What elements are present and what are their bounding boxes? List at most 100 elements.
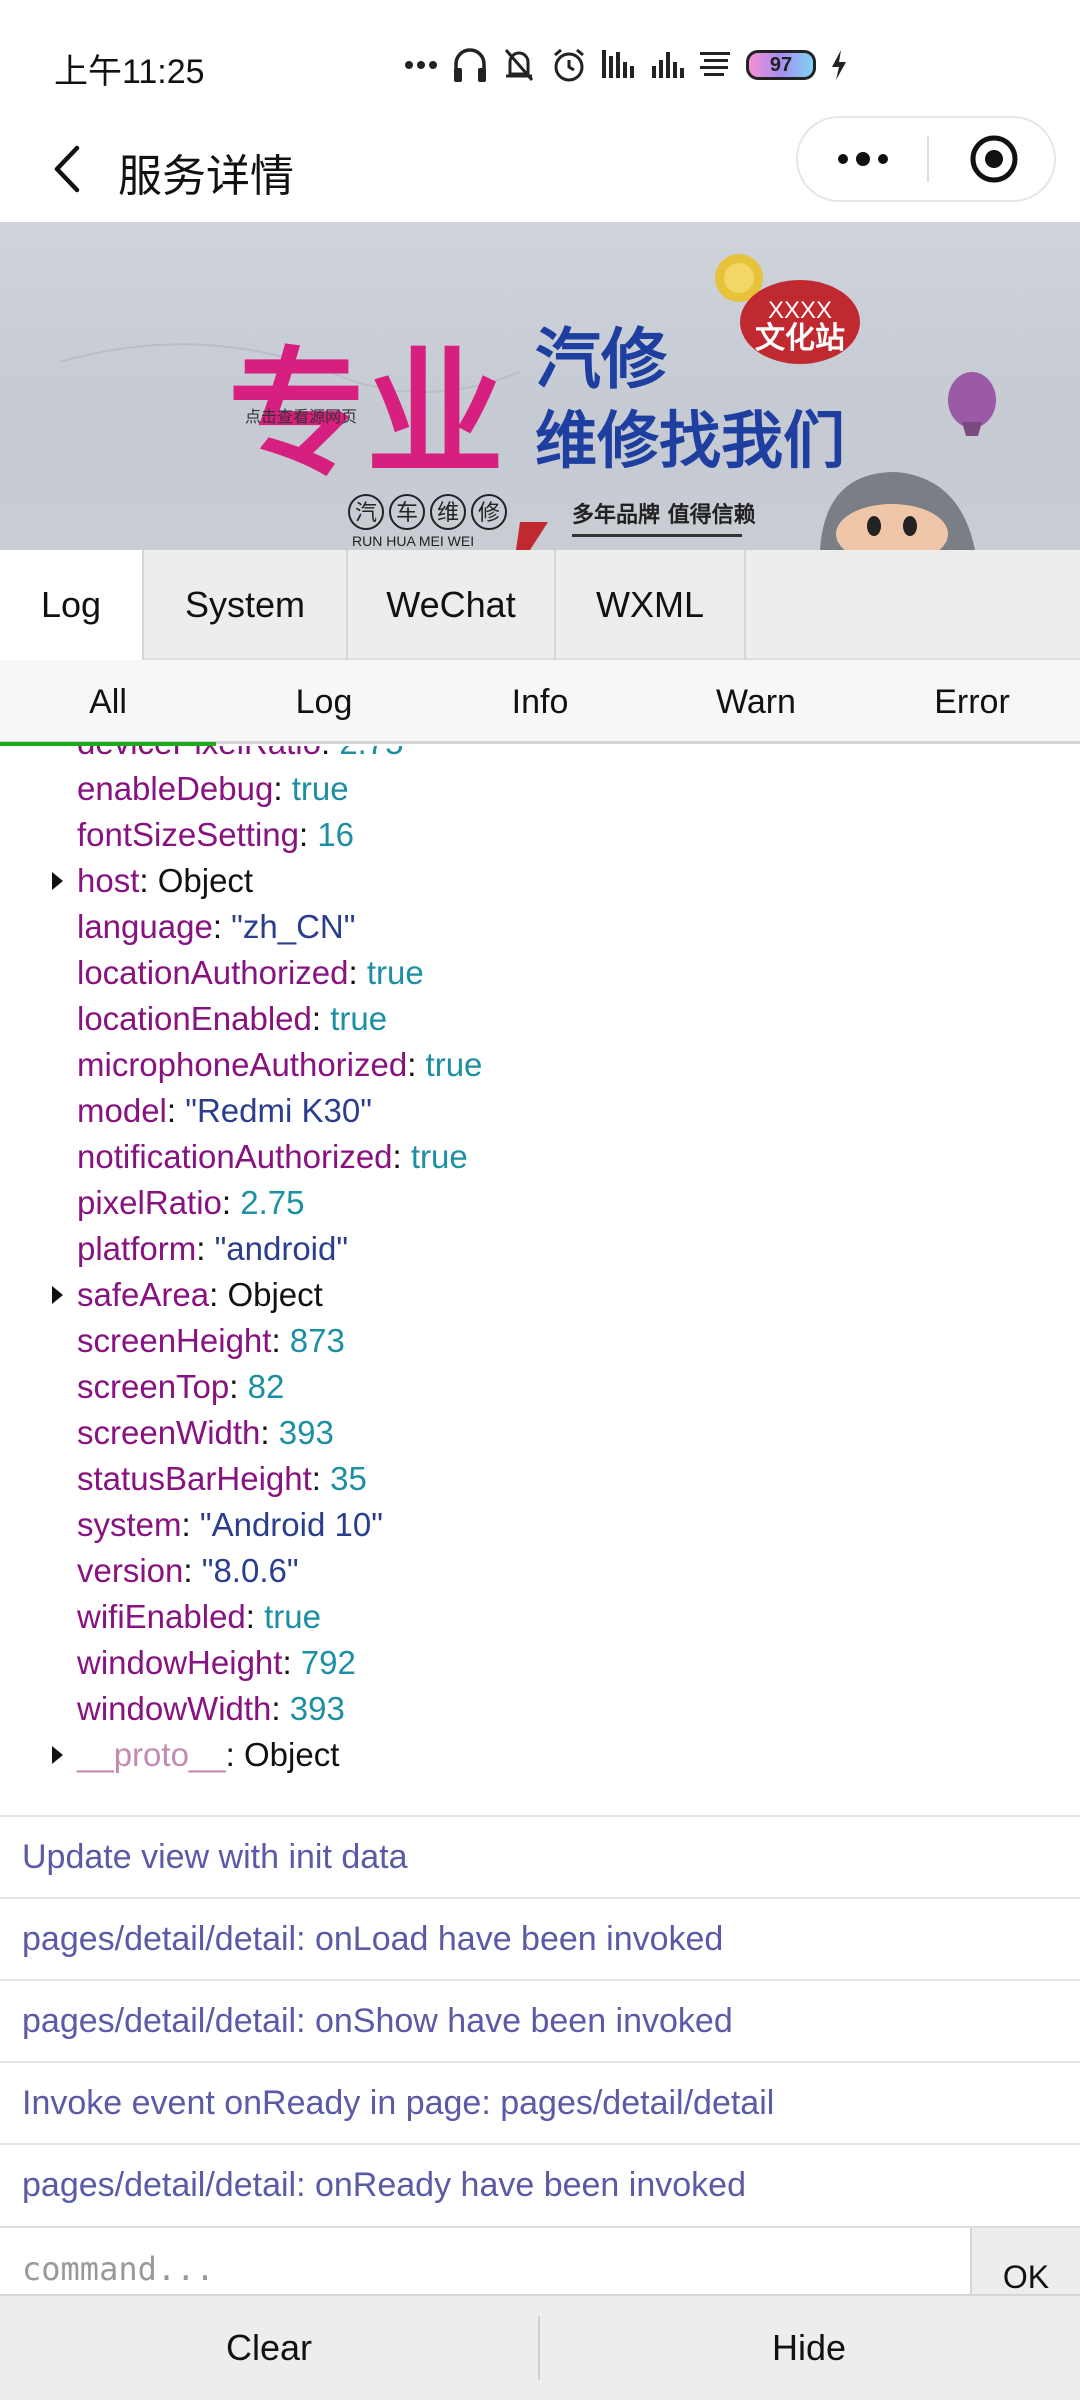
back-button[interactable] [36, 134, 96, 204]
status-time: 上午11:25 [54, 53, 205, 91]
object-property-row: version: "8.0.6" [0, 1548, 1080, 1594]
more-dots-icon [404, 42, 438, 88]
property-value: true [425, 1046, 483, 1083]
property-separator: : [229, 1368, 248, 1405]
object-property-row: platform: "android" [0, 1226, 1080, 1272]
more-dots-icon [837, 152, 888, 166]
banner-pinyin: RUN HUA MEI WEI [352, 533, 474, 549]
property-value: Object [157, 862, 254, 899]
svg-text:车: 车 [396, 501, 418, 526]
property-value: 2.75 [240, 1184, 305, 1221]
property-separator: : [298, 816, 318, 853]
signal-2-icon [652, 42, 684, 88]
more-button[interactable] [798, 118, 927, 200]
property-key: locationAuthorized [77, 954, 349, 991]
miniprogram-capsule [796, 116, 1056, 202]
vconsole-bottom-bar: Clear Hide [0, 2294, 1080, 2400]
property-value: Object [227, 1276, 323, 1313]
tab-log[interactable]: Log [0, 550, 144, 660]
filter-error[interactable]: Error [864, 660, 1080, 744]
banner-image[interactable]: XXXX 文化站 专业 汽修 维修找我们 点击查看源网页 汽 车 维 修 RUN… [0, 222, 1080, 550]
property-value: 393 [289, 1690, 345, 1727]
property-value: 393 [278, 1414, 334, 1451]
object-property-row: wifiEnabled: true [0, 1594, 1080, 1640]
property-separator: : [209, 1276, 228, 1313]
log-entry: pages/detail/detail: onShow have been in… [0, 1979, 1080, 2061]
property-separator: : [245, 1598, 265, 1635]
status-icons: 97 [404, 40, 848, 90]
banner-badge-line1: XXXX [768, 297, 832, 324]
property-value: true [330, 1000, 388, 1037]
property-key: devicePixelRatio [77, 746, 321, 761]
property-value: true [366, 954, 424, 991]
expand-caret-icon[interactable] [52, 1286, 63, 1304]
clear-button[interactable]: Clear [0, 2296, 538, 2400]
tab-wechat[interactable]: WeChat [348, 550, 556, 660]
object-property-row: system: "Android 10" [0, 1502, 1080, 1548]
object-property-row[interactable]: __proto__: Object [0, 1732, 1080, 1778]
property-key: fontSizeSetting [77, 816, 299, 853]
expand-caret-icon[interactable] [52, 1746, 63, 1764]
property-value: "Redmi K30" [185, 1092, 372, 1129]
property-key: microphoneAuthorized [77, 1046, 408, 1083]
log-entry: pages/detail/detail: onLoad have been in… [0, 1897, 1080, 1979]
property-key: safeArea [77, 1276, 210, 1313]
property-separator: : [321, 746, 339, 761]
property-value: "8.0.6" [201, 1552, 299, 1589]
notification-icon [698, 42, 732, 88]
property-value: 82 [247, 1368, 285, 1405]
close-miniprogram-button[interactable] [929, 118, 1058, 200]
property-value: "zh_CN" [231, 908, 356, 945]
property-key: statusBarHeight [77, 1460, 312, 1497]
banner-line2: 维修找我们 [535, 404, 845, 477]
log-list: Update view with init data pages/detail/d… [0, 1815, 1080, 2225]
property-key: wifiEnabled [77, 1598, 246, 1635]
property-separator: : [260, 1414, 279, 1451]
property-value: 873 [289, 1322, 345, 1359]
filter-all[interactable]: All [0, 660, 216, 744]
object-property-row[interactable]: safeArea: Object [0, 1272, 1080, 1318]
tab-wxml[interactable]: WXML [556, 550, 746, 660]
page-title: 服务详情 [118, 152, 294, 201]
object-property-row: devicePixelRatio: 2.75 [0, 746, 1080, 766]
hide-button[interactable]: Hide [540, 2296, 1078, 2400]
property-separator: : [139, 862, 158, 899]
alarm-icon [550, 42, 588, 88]
banner-line1: 汽修 [535, 321, 668, 398]
battery-level: 97 [746, 50, 816, 80]
filter-warn[interactable]: Warn [648, 660, 864, 744]
banner-badge-line2: 文化站 [755, 321, 845, 356]
property-value: 16 [317, 816, 355, 853]
object-property-row: notificationAuthorized: true [0, 1134, 1080, 1180]
property-key: __proto__ [77, 1736, 226, 1773]
filter-log[interactable]: Log [216, 660, 432, 744]
charging-icon [830, 42, 848, 88]
property-separator: : [196, 1230, 215, 1267]
object-property-row: windowHeight: 792 [0, 1640, 1080, 1686]
log-entry: Update view with init data [0, 1815, 1080, 1897]
banner-small-link: 点击查看源网页 [245, 407, 357, 426]
object-property-row: windowWidth: 393 [0, 1686, 1080, 1732]
object-property-row: screenWidth: 393 [0, 1410, 1080, 1456]
ok-button[interactable]: OK [970, 2228, 1080, 2296]
property-separator: : [311, 1000, 331, 1037]
headphones-icon [452, 42, 488, 88]
filter-info[interactable]: Info [432, 660, 648, 744]
property-separator: : [166, 1092, 186, 1129]
object-property-row[interactable]: host: Object [0, 858, 1080, 904]
vconsole-tabs: Log System WeChat WXML [0, 550, 1080, 660]
expand-caret-icon[interactable] [52, 872, 63, 890]
property-key: locationEnabled [77, 1000, 312, 1037]
command-input[interactable] [0, 2228, 970, 2296]
property-separator: : [183, 1552, 202, 1589]
command-bar: OK [0, 2226, 1080, 2296]
svg-text:维: 维 [437, 501, 459, 526]
property-key: windowWidth [77, 1690, 272, 1727]
object-property-row: locationEnabled: true [0, 996, 1080, 1042]
property-separator: : [225, 1736, 244, 1773]
property-key: system [77, 1506, 182, 1543]
tab-system[interactable]: System [144, 550, 348, 660]
property-separator: : [282, 1644, 301, 1681]
system-info-object: devicePixelRatio: 2.75enableDebug: truef… [0, 746, 1080, 1778]
property-key: host [77, 862, 140, 899]
